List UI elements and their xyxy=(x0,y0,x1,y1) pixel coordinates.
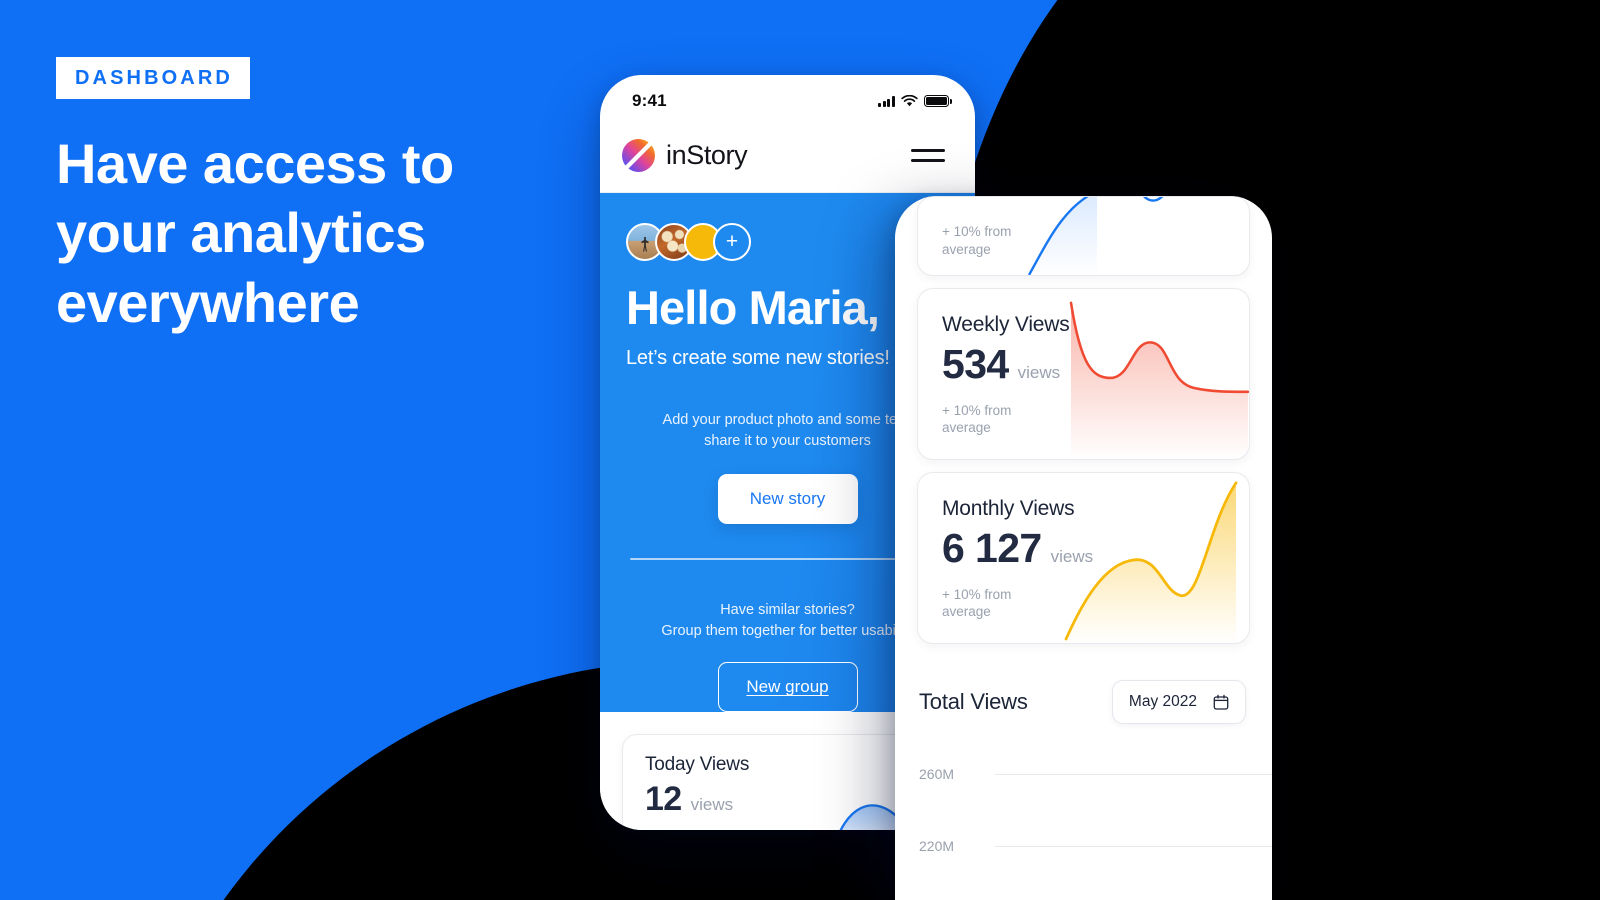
gridline-220m xyxy=(995,846,1272,847)
headline-line-1: Have access to xyxy=(56,132,454,195)
wifi-icon xyxy=(901,95,918,107)
monthly-views-sparkline xyxy=(1064,481,1238,643)
y-axis-tick-260m: 260M xyxy=(919,766,955,782)
calendar-icon xyxy=(1213,694,1229,710)
weekly-views-sparkline xyxy=(1069,301,1249,459)
promo-copy: DASHBOARD Have access to your analytics … xyxy=(56,57,576,337)
headline-line-3: everywhere xyxy=(56,270,360,334)
brand-wordmark: inStory xyxy=(666,140,748,170)
weekly-views-unit: views xyxy=(1017,363,1061,382)
status-bar: 9:41 xyxy=(600,75,975,119)
today-views-unit: views xyxy=(690,795,734,814)
weekly-views-card[interactable]: Weekly Views 534 views + 10% from averag… xyxy=(917,288,1250,460)
instory-logo-icon xyxy=(622,139,655,172)
eyebrow-badge: DASHBOARD xyxy=(56,57,250,99)
total-views-title: Total Views xyxy=(919,689,1028,714)
daily-views-delta-line-1: + 10% from xyxy=(942,224,1012,239)
gridline-260m xyxy=(995,774,1272,775)
brand-lockup: inStory xyxy=(622,139,748,172)
new-story-button[interactable]: New story xyxy=(717,474,858,525)
analytics-panel: + 10% from average Weekly Views 534 view… xyxy=(895,196,1272,900)
daily-views-sparkline xyxy=(1027,197,1164,275)
monthly-views-card[interactable]: Monthly Views 6 127 views + 10% from ave… xyxy=(917,472,1250,644)
daily-views-card[interactable]: + 10% from average xyxy=(917,196,1250,276)
date-range-value: May 2022 xyxy=(1128,693,1197,710)
app-header: inStory xyxy=(600,119,975,193)
daily-views-delta: + 10% from average xyxy=(942,223,1011,258)
weekly-views-value: 534 xyxy=(942,341,1009,387)
monthly-views-delta-line-2: average xyxy=(942,604,991,620)
total-views-header: Total Views May 2022 xyxy=(917,644,1250,724)
weekly-views-delta-line-2: average xyxy=(942,420,991,436)
poster-canvas: DASHBOARD Have access to your analytics … xyxy=(0,0,1600,900)
status-clock: 9:41 xyxy=(632,91,667,110)
phone-mockup-front: + 10% from average Weekly Views 534 view… xyxy=(895,196,1272,900)
monthly-views-delta-line-1: + 10% from xyxy=(942,586,1012,602)
y-axis-tick-220m: 220M xyxy=(919,838,955,854)
monthly-views-value: 6 127 xyxy=(942,525,1042,571)
weekly-views-delta-line-1: + 10% from xyxy=(942,402,1012,418)
hamburger-menu-icon[interactable] xyxy=(911,149,945,162)
battery-full-icon xyxy=(924,95,952,107)
today-views-value: 12 xyxy=(645,780,682,818)
headline-line-2: your analytics xyxy=(56,201,426,265)
new-group-button[interactable]: New group xyxy=(717,662,858,713)
daily-views-delta-line-2: average xyxy=(942,241,991,257)
weekly-views-delta: + 10% from average xyxy=(942,402,1011,437)
status-indicators xyxy=(878,95,952,107)
total-views-chart: 260M 220M xyxy=(917,754,1272,900)
new-group-button-label: New group xyxy=(746,677,829,697)
cellular-bars-icon xyxy=(878,96,895,107)
page-title: Have access to your analytics everywhere xyxy=(56,129,576,337)
date-range-picker[interactable]: May 2022 xyxy=(1111,680,1246,724)
monthly-views-delta: + 10% from average xyxy=(942,586,1011,621)
story-add-button[interactable]: + xyxy=(713,223,751,261)
